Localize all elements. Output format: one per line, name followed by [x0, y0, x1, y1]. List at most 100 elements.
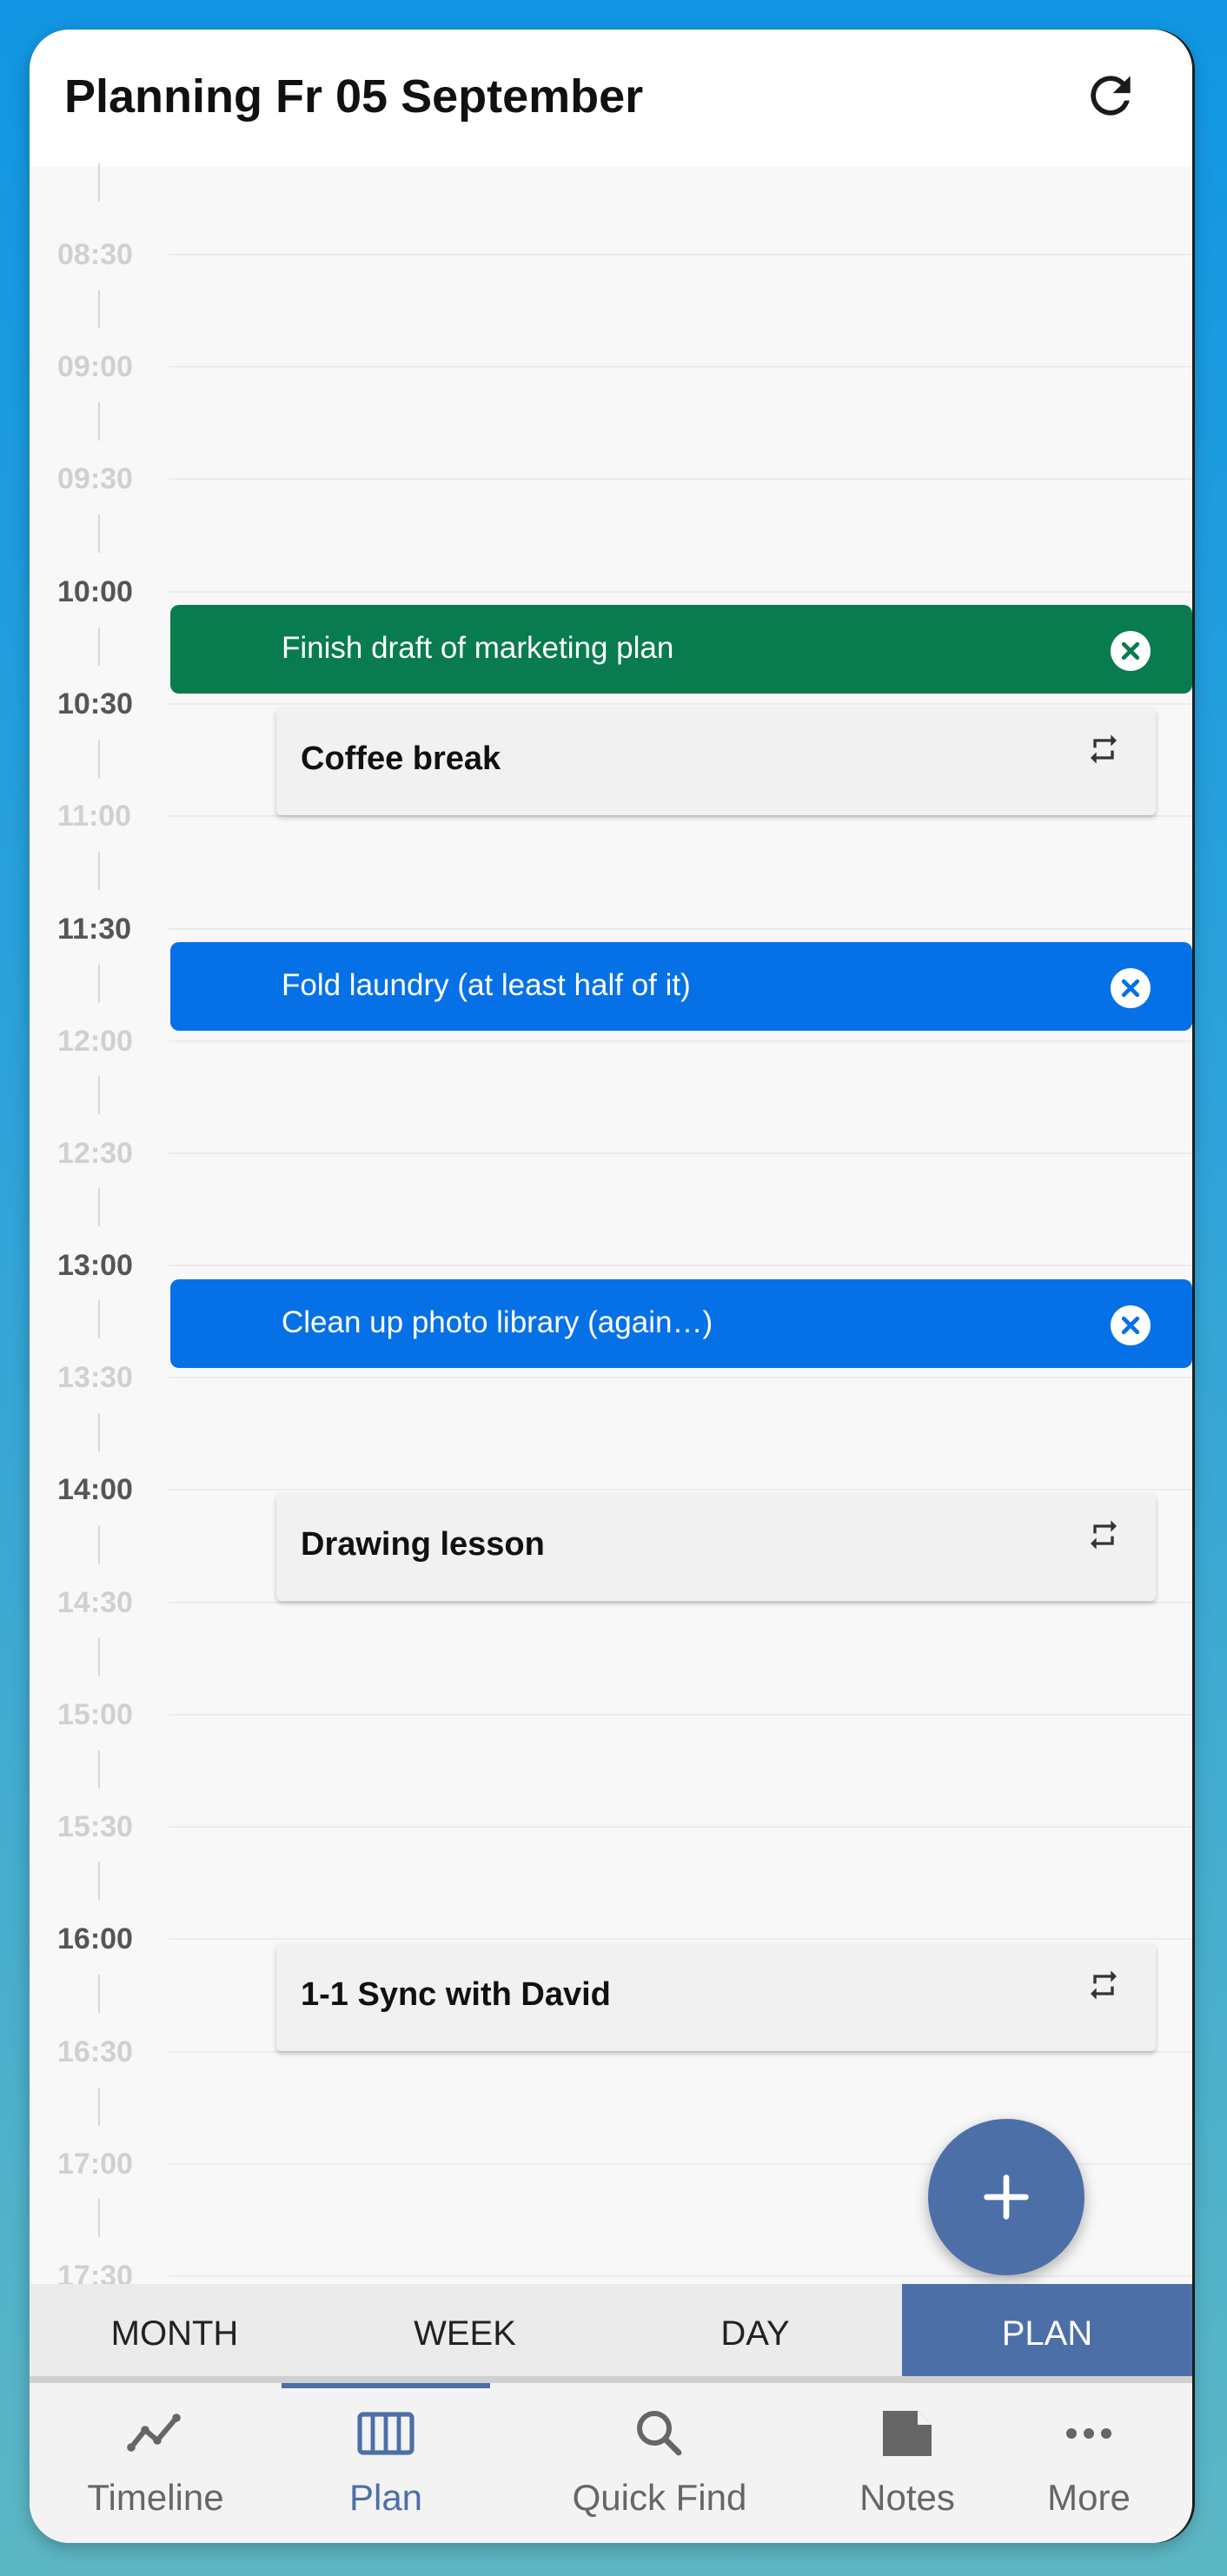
tick — [98, 1188, 100, 1226]
event-label: Coffee break — [301, 740, 501, 777]
time-label: 12:00 — [57, 1025, 133, 1058]
tick — [98, 2088, 100, 2126]
grid-line — [169, 1602, 1192, 1603]
time-label: 11:00 — [57, 800, 132, 833]
time-label: 16:30 — [57, 2035, 133, 2068]
grid-line — [169, 1377, 1192, 1378]
tick — [98, 515, 100, 553]
grid-line — [169, 1714, 1192, 1716]
nav-label: More — [1047, 2477, 1131, 2518]
grid-line — [169, 1265, 1192, 1266]
timeline[interactable]: 08:30 09:00 09:30 10:00 10:30 11:00 11:3… — [30, 163, 1192, 2315]
time-label: 13:00 — [57, 1249, 133, 1282]
remove-task-icon[interactable] — [1111, 1305, 1151, 1345]
tick — [98, 627, 100, 666]
event-card[interactable]: Coffee break — [276, 707, 1156, 815]
tick — [98, 1525, 100, 1564]
event-card[interactable]: 1-1 Sync with David — [276, 1943, 1156, 2051]
time-label: 09:30 — [57, 462, 133, 495]
grid-line — [169, 1489, 1192, 1490]
grid-line — [169, 1152, 1192, 1154]
bottom-navigation: Timeline Plan Quick Find Notes More — [30, 2383, 1192, 2543]
time-label: 11:30 — [57, 913, 132, 946]
tab-day[interactable]: DAY — [610, 2284, 900, 2383]
tab-week[interactable]: WEEK — [320, 2284, 610, 2383]
event-label: 1-1 Sync with David — [301, 1976, 611, 2013]
grid-line — [169, 815, 1192, 817]
grid-line — [169, 478, 1192, 480]
task-label: Fold laundry (at least half of it) — [282, 968, 691, 1002]
nav-label: Plan — [348, 2477, 423, 2518]
nav-label: Notes — [859, 2477, 955, 2518]
repeat-icon — [1086, 732, 1121, 767]
nav-label: Timeline — [87, 2477, 224, 2518]
tick — [98, 1076, 100, 1114]
tick — [98, 852, 100, 890]
time-label: 10:00 — [57, 575, 133, 608]
grid-line — [169, 2275, 1192, 2277]
task-item[interactable]: Finish draft of marketing plan — [170, 605, 1192, 694]
tick — [98, 965, 100, 1003]
tick — [98, 1300, 100, 1338]
page-title: Planning Fr 05 September — [64, 70, 644, 123]
time-label: 17:00 — [57, 2148, 133, 2181]
tick — [98, 1862, 100, 1900]
tab-plan[interactable]: PLAN — [902, 2284, 1192, 2383]
tick — [98, 163, 100, 202]
plan-icon — [356, 2407, 415, 2460]
nav-more[interactable]: More — [985, 2383, 1192, 2543]
tick — [98, 1750, 100, 1789]
notes-icon — [878, 2407, 937, 2460]
tick — [98, 1637, 100, 1676]
grid-line — [169, 366, 1192, 368]
tick — [98, 1413, 100, 1451]
plus-icon — [984, 2174, 1029, 2220]
app-header: Planning Fr 05 September — [30, 30, 1192, 167]
remove-task-icon[interactable] — [1111, 968, 1151, 1008]
search-icon — [630, 2407, 689, 2460]
time-label: 14:30 — [57, 1586, 133, 1619]
time-label: 10:30 — [57, 687, 133, 720]
grid-line — [169, 703, 1192, 705]
tick — [98, 1975, 100, 2013]
more-icon — [1059, 2407, 1118, 2460]
tick — [98, 402, 100, 441]
nav-plan[interactable]: Plan — [282, 2383, 490, 2543]
nav-label: Quick Find — [572, 2477, 747, 2518]
nav-quick-find[interactable]: Quick Find — [490, 2383, 829, 2543]
task-item[interactable]: Clean up photo library (again…) — [170, 1279, 1192, 1368]
tick — [98, 290, 100, 329]
add-button[interactable] — [928, 2119, 1084, 2275]
repeat-icon — [1086, 1968, 1121, 2002]
time-label: 13:30 — [57, 1361, 133, 1394]
refresh-icon[interactable] — [1081, 66, 1140, 125]
repeat-icon — [1086, 1517, 1121, 1552]
time-label: 14:00 — [57, 1473, 133, 1506]
grid-line — [169, 1826, 1192, 1828]
task-label: Finish draft of marketing plan — [282, 631, 674, 665]
event-label: Drawing lesson — [301, 1526, 545, 1563]
grid-line — [169, 254, 1192, 256]
grid-line — [169, 1040, 1192, 1042]
nav-timeline[interactable]: Timeline — [30, 2383, 282, 2543]
tick — [98, 2199, 100, 2237]
time-label: 12:30 — [57, 1137, 133, 1170]
nav-notes[interactable]: Notes — [829, 2383, 985, 2543]
phone-screen: Planning Fr 05 September 08:30 09:00 09:… — [30, 30, 1192, 2543]
grid-line — [169, 2051, 1192, 2053]
tab-month[interactable]: MONTH — [30, 2284, 320, 2383]
time-label: 15:30 — [57, 1810, 133, 1843]
grid-line — [169, 928, 1192, 930]
view-switcher: MONTH WEEK DAY PLAN — [30, 2284, 1192, 2383]
task-label: Clean up photo library (again…) — [282, 1305, 713, 1339]
grid-line — [169, 1938, 1192, 1940]
grid-line — [169, 591, 1192, 593]
time-label: 15:00 — [57, 1698, 133, 1731]
timeline-icon — [126, 2407, 185, 2460]
remove-task-icon[interactable] — [1111, 631, 1151, 671]
time-label: 16:00 — [57, 1922, 133, 1955]
tick — [98, 740, 100, 779]
event-card[interactable]: Drawing lesson — [276, 1493, 1156, 1601]
divider — [30, 2376, 1192, 2383]
task-item[interactable]: Fold laundry (at least half of it) — [170, 942, 1192, 1031]
